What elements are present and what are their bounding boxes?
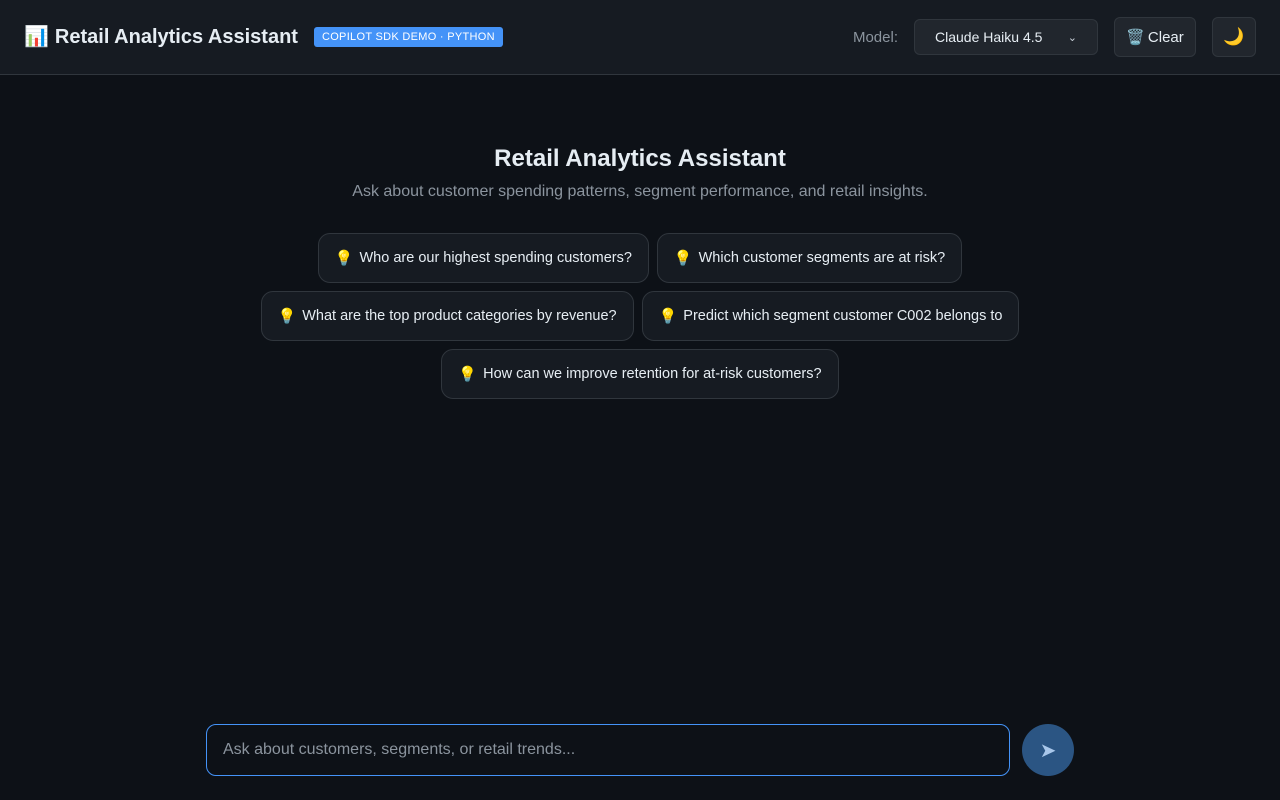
suggestion-chip[interactable]: 💡 How can we improve retention for at-ri… bbox=[441, 349, 839, 399]
suggestion-list: 💡 Who are our highest spending customers… bbox=[240, 233, 1040, 399]
moon-icon: 🌙 bbox=[1223, 27, 1245, 46]
lightbulb-icon: 💡 bbox=[277, 308, 297, 325]
brand: 📊 Retail Analytics Assistant COPILOT SDK… bbox=[24, 26, 503, 49]
suggestion-text: Which customer segments are at risk? bbox=[698, 250, 946, 266]
lightbulb-icon: 💡 bbox=[658, 308, 678, 325]
suggestion-chip[interactable]: 💡 Which customer segments are at risk? bbox=[656, 233, 963, 283]
model-label: Model: bbox=[852, 28, 898, 46]
suggestion-text: Predict which segment customer C002 belo… bbox=[683, 308, 1003, 324]
suggestion-text: Who are our highest spending customers? bbox=[359, 250, 632, 266]
suggestion-text: How can we improve retention for at-risk… bbox=[483, 366, 822, 382]
chevron-down-icon: ⌄ bbox=[1067, 31, 1077, 44]
suggestion-chip[interactable]: 💡 Predict which segment customer C002 be… bbox=[641, 291, 1020, 341]
clear-button-label: Clear bbox=[1147, 28, 1184, 46]
wastebasket-icon: 🗑️ bbox=[1126, 29, 1145, 46]
send-button[interactable]: ➤ bbox=[1022, 724, 1074, 776]
lightbulb-icon: 💡 bbox=[673, 250, 693, 267]
clear-button[interactable]: 🗑️ Clear bbox=[1114, 17, 1196, 57]
demo-badge: COPILOT SDK DEMO · PYTHON bbox=[313, 27, 503, 47]
suggestion-text: What are the top product categories by r… bbox=[302, 308, 617, 324]
app-title: Retail Analytics Assistant bbox=[54, 25, 298, 48]
app-header: 📊 Retail Analytics Assistant COPILOT SDK… bbox=[0, 0, 1280, 75]
welcome-title: Retail Analytics Assistant bbox=[494, 145, 786, 172]
bar-chart-icon: 📊 bbox=[24, 26, 49, 48]
message-composer: ➤ bbox=[206, 724, 1074, 776]
welcome-subtitle: Ask about customer spending patterns, se… bbox=[352, 183, 928, 200]
chat-input[interactable] bbox=[206, 724, 1010, 776]
lightbulb-icon: 💡 bbox=[458, 366, 478, 383]
header-controls: Model: Claude Haiku 4.5 ⌄ 🗑️ Clear 🌙 bbox=[853, 17, 1256, 57]
welcome-section: Retail Analytics Assistant Ask about cus… bbox=[0, 145, 1280, 201]
suggestion-chip[interactable]: 💡 Who are our highest spending customers… bbox=[317, 233, 649, 283]
lightbulb-icon: 💡 bbox=[334, 250, 354, 267]
theme-toggle-button[interactable]: 🌙 bbox=[1212, 17, 1256, 57]
model-selected-value: Claude Haiku 4.5 bbox=[935, 29, 1043, 45]
send-arrow-icon: ➤ bbox=[1039, 739, 1057, 762]
model-select[interactable]: Claude Haiku 4.5 ⌄ bbox=[914, 19, 1098, 55]
suggestion-chip[interactable]: 💡 What are the top product categories by… bbox=[260, 291, 634, 341]
